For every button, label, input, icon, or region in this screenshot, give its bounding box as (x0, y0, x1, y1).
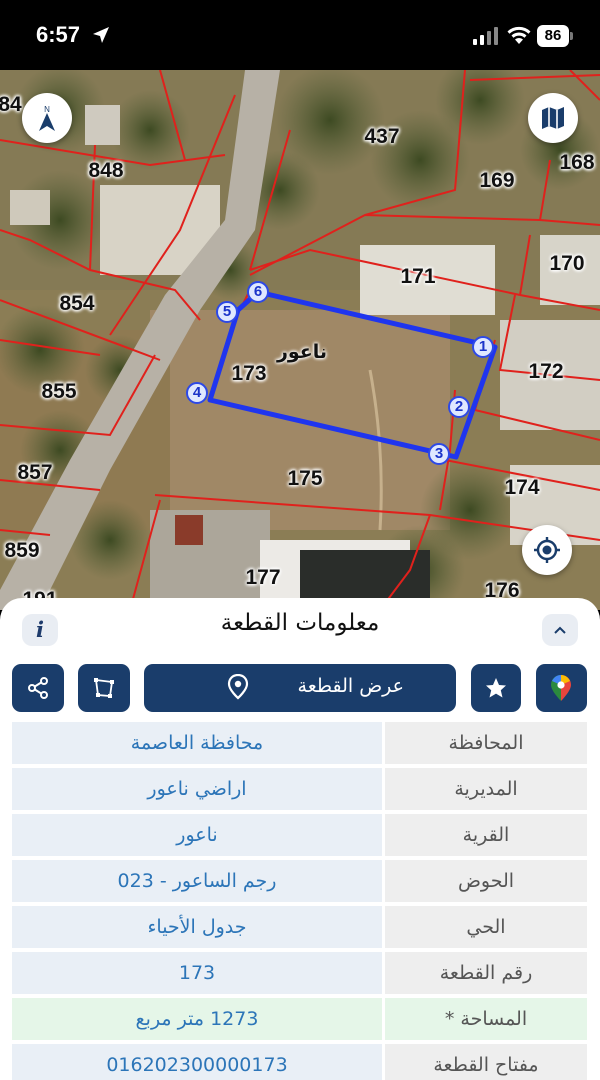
star-icon (486, 678, 506, 698)
detail-row-parcel-number: 173 رقم القطعة (12, 952, 587, 994)
village-label: ناعور (276, 341, 328, 363)
detail-row-basin: رجم الساعور - 023 الحوض (12, 860, 587, 902)
google-maps-icon (551, 675, 571, 701)
chevron-up-icon (554, 626, 566, 634)
boundary-vertex-4[interactable]: 4 (186, 382, 208, 404)
governorate-value: محافظة العاصمة (12, 722, 382, 764)
detail-row-village: ناعور القرية (12, 814, 587, 856)
parcel-label-855: 855 (41, 380, 77, 403)
village-value: ناعور (12, 814, 382, 856)
parcel-label-173: 173 (231, 362, 267, 385)
status-time: 6:57 (36, 22, 81, 47)
detail-row-governorate: محافظة العاصمة المحافظة (12, 722, 587, 764)
battery-level: 86 (537, 25, 569, 47)
sheet-title: معلومات القطعة (220, 610, 380, 636)
village-label-cell: القرية (385, 814, 587, 856)
crosshair-icon (534, 537, 560, 563)
share-button[interactable] (12, 664, 64, 712)
detail-row-directorate: اراضي ناعور المديرية (12, 768, 587, 810)
parcel-label-848: 848 (88, 159, 124, 182)
parcel-label-859: 859 (4, 539, 40, 562)
satellite-imagery (0, 70, 600, 610)
detail-row-district: جدول الأحياء الحي (12, 906, 587, 948)
boundary-vertex-2[interactable]: 2 (448, 396, 470, 418)
polygon-shape-icon (94, 678, 114, 698)
my-location-button[interactable] (522, 525, 572, 575)
governorate-label: المحافظة (385, 722, 587, 764)
detail-row-parcel-key: 016202300000173 مفتاح القطعة (12, 1044, 587, 1080)
boundary-vertex-6[interactable]: 6 (247, 281, 269, 303)
parcel-number-label: رقم القطعة (385, 952, 587, 994)
cellular-signal-icon (473, 27, 498, 45)
draw-boundary-button[interactable] (78, 664, 130, 712)
parcel-info-sheet: i معلومات القطعة عرض القطعة محافظة العاص… (0, 598, 600, 1080)
parcel-label-437: 437 (364, 125, 400, 148)
parcel-details-table: محافظة العاصمة المحافظة اراضي ناعور المد… (12, 722, 587, 1080)
parcel-label-170: 170 (549, 252, 585, 275)
location-pin-icon (227, 674, 249, 700)
view-parcel-button[interactable]: عرض القطعة (144, 664, 456, 712)
basin-label: الحوض (385, 860, 587, 902)
boundary-vertex-1[interactable]: 1 (472, 336, 494, 358)
share-icon (28, 677, 48, 699)
parcel-label-172: 172 (528, 360, 564, 383)
parcel-label-177: 177 (245, 566, 281, 589)
directorate-label: المديرية (385, 768, 587, 810)
parcel-label-84x: 84 (0, 93, 22, 116)
parcel-key-value: 016202300000173 (12, 1044, 382, 1080)
google-maps-button[interactable] (536, 664, 587, 712)
district-value: جدول الأحياء (12, 906, 382, 948)
map-layers-button[interactable] (528, 93, 578, 143)
district-label: الحي (385, 906, 587, 948)
basin-value: رجم الساعور - 023 (12, 860, 382, 902)
parcel-label-857: 857 (17, 461, 53, 484)
parcel-label-174: 174 (504, 476, 540, 499)
map-view[interactable]: 84 848 437 168 169 171 170 854 173 172 8… (0, 70, 600, 610)
favorite-button[interactable] (471, 664, 521, 712)
boundary-vertex-5[interactable]: 5 (216, 301, 238, 323)
directorate-value: اراضي ناعور (12, 768, 382, 810)
map-layers-icon (542, 107, 564, 129)
svg-text:N: N (44, 105, 50, 114)
parcel-label-169: 169 (479, 169, 515, 192)
area-value: 1273 متر مربع (12, 998, 382, 1040)
location-arrow-icon (93, 27, 109, 43)
boundary-vertex-3[interactable]: 3 (428, 443, 450, 465)
detail-row-area: 1273 متر مربع المساحة * (12, 998, 587, 1040)
parcel-label-171: 171 (400, 265, 436, 288)
area-label: المساحة * (385, 998, 587, 1040)
parcel-label-175: 175 (287, 467, 323, 490)
collapse-button[interactable] (542, 614, 578, 646)
parcel-label-854: 854 (59, 292, 95, 315)
status-bar: 6:57 86 (0, 0, 600, 70)
battery-tip (570, 32, 573, 40)
parcel-label-168: 168 (559, 151, 595, 174)
parcel-number-value: 173 (12, 952, 382, 994)
compass-button[interactable]: N (22, 93, 72, 143)
wifi-icon (507, 26, 531, 44)
parcel-key-label: مفتاح القطعة (385, 1044, 587, 1080)
compass-north-icon: N (39, 105, 55, 131)
view-parcel-label: عرض القطعة (297, 675, 404, 697)
